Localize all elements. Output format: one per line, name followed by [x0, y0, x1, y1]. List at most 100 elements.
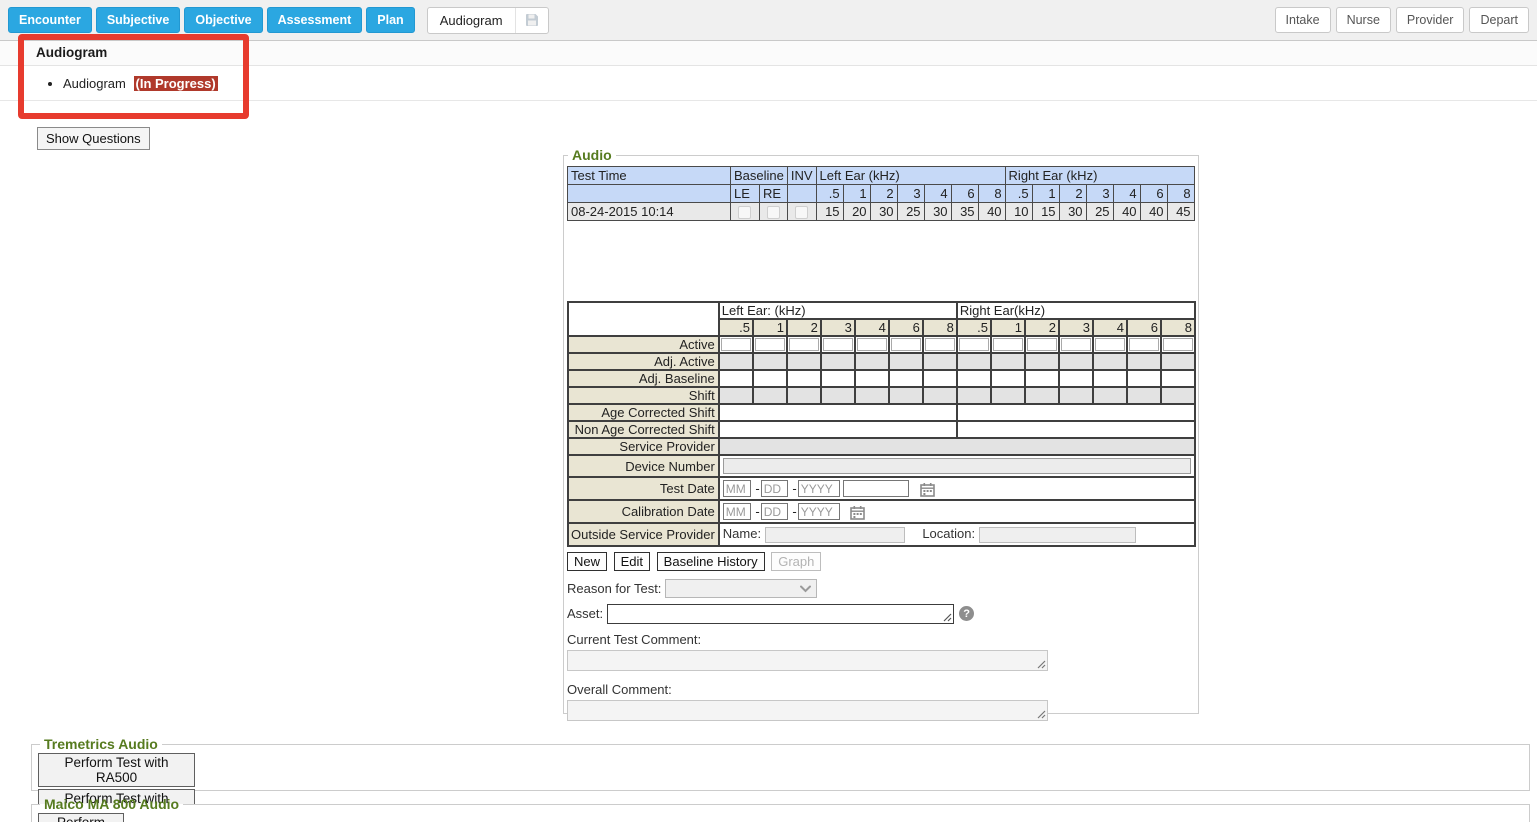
resize-grip-icon[interactable] [1037, 660, 1046, 669]
asset-row: Asset: ? [567, 604, 1196, 624]
floppy-disk-icon [525, 13, 539, 27]
grid-actions: New Edit Baseline History Graph [567, 552, 1196, 571]
baseline-le-checkbox[interactable] [738, 206, 751, 219]
left-ear-value: 40 [978, 203, 1005, 221]
left-ear-value: 30 [870, 203, 897, 221]
active-input[interactable] [1061, 338, 1091, 351]
audiogram-item-label[interactable]: Audiogram [63, 76, 126, 91]
row-label-shift: Shift [568, 387, 719, 404]
save-button[interactable] [515, 8, 548, 33]
age-corrected-left [719, 404, 957, 421]
calibration-date-mm-input[interactable] [723, 503, 751, 520]
nav-subjective-button[interactable]: Subjective [96, 7, 181, 34]
freq-header: 3 [1086, 185, 1113, 203]
test-date-mm-input[interactable] [723, 480, 751, 497]
resize-grip-icon [943, 613, 952, 622]
service-provider-value [719, 438, 1195, 455]
freq-header: 6 [1140, 185, 1167, 203]
active-input[interactable] [1027, 338, 1057, 351]
edit-button[interactable]: Edit [614, 552, 650, 571]
nav-objective-button[interactable]: Objective [184, 7, 262, 34]
tremetrics-audio-legend: Tremetrics Audio [40, 736, 162, 752]
current-test-comment-textarea [567, 650, 1048, 671]
audio-detail-grid: Left Ear: (kHz) Right Ear(kHz) .5 1 2 3 … [567, 301, 1196, 547]
grid-freq: 1 [991, 319, 1025, 336]
non-age-corrected-left [719, 421, 957, 438]
calibration-date-dd-input[interactable] [761, 503, 788, 520]
grid-freq: 4 [1093, 319, 1127, 336]
baseline-history-button[interactable]: Baseline History [657, 552, 765, 571]
resize-grip-icon[interactable] [1037, 710, 1046, 719]
asset-input[interactable] [607, 604, 954, 624]
freq-header: 2 [870, 185, 897, 203]
left-ear-value: 20 [843, 203, 870, 221]
active-input[interactable] [959, 338, 989, 351]
active-input[interactable] [1163, 338, 1193, 351]
active-input[interactable] [891, 338, 921, 351]
row-label-active: Active [568, 336, 719, 353]
col-inv-empty [787, 185, 816, 203]
nav-encounter-button[interactable]: Encounter [8, 7, 92, 34]
help-icon[interactable]: ? [959, 606, 974, 621]
col-baseline: Baseline [731, 167, 788, 185]
calibration-date-yyyy-input[interactable] [798, 503, 840, 520]
perform-test-ra500-button[interactable]: Perform Test with RA500 [38, 753, 195, 787]
reason-for-test-row: Reason for Test: [567, 579, 1196, 598]
non-age-corrected-right [957, 421, 1195, 438]
test-date-yyyy-input[interactable] [798, 480, 840, 497]
audiogram-tab[interactable]: Audiogram [427, 7, 549, 34]
grid-right-ear-header: Right Ear(kHz) [957, 302, 1195, 319]
audio-section: Audio Test Time Baseline INV Left Ear (k… [563, 147, 1199, 714]
baseline-re-checkbox[interactable] [767, 206, 780, 219]
nurse-button[interactable]: Nurse [1336, 7, 1391, 34]
age-corrected-right [957, 404, 1195, 421]
calendar-icon[interactable] [920, 482, 935, 497]
audiogram-list-item[interactable]: Audiogram (In Progress) [63, 76, 1537, 91]
provider-button[interactable]: Provider [1396, 7, 1465, 34]
reason-for-test-select [665, 579, 817, 598]
depart-button[interactable]: Depart [1469, 7, 1529, 34]
test-row[interactable]: 08-24-2015 10:14 15 20 30 25 30 35 40 10… [568, 203, 1195, 221]
grid-freq: 6 [889, 319, 923, 336]
active-input[interactable] [721, 338, 751, 351]
test-date-dd-input[interactable] [761, 480, 788, 497]
col-re: RE [759, 185, 787, 203]
perform-test-button[interactable]: Perform Test [38, 813, 124, 822]
active-input[interactable] [789, 338, 819, 351]
grid-freq: 6 [1127, 319, 1161, 336]
freq-header: 1 [843, 185, 870, 203]
test-time-input[interactable] [843, 480, 909, 497]
active-input[interactable] [755, 338, 785, 351]
row-label-adj-active: Adj. Active [568, 353, 719, 370]
stage-buttons: Intake Nurse Provider Depart [1270, 7, 1529, 34]
col-le: LE [731, 185, 760, 203]
active-input[interactable] [823, 338, 853, 351]
freq-header: .5 [816, 185, 843, 203]
audiogram-tab-label: Audiogram [428, 8, 515, 33]
status-badge: (In Progress) [134, 76, 218, 91]
active-input[interactable] [1129, 338, 1159, 351]
right-ear-value: 40 [1113, 203, 1140, 221]
nav-assessment-button[interactable]: Assessment [267, 7, 363, 34]
audiogram-list: Audiogram (In Progress) [0, 62, 1537, 101]
row-label-age-corrected-shift: Age Corrected Shift [568, 404, 719, 421]
graph-button: Graph [771, 552, 821, 571]
calendar-icon[interactable] [850, 505, 865, 520]
row-label-adj-baseline: Adj. Baseline [568, 370, 719, 387]
intake-button[interactable]: Intake [1275, 7, 1331, 34]
maico-audio-legend: Maico MA 800 Audio [40, 796, 183, 812]
right-ear-value: 10 [1005, 203, 1032, 221]
screen: Encounter Subjective Objective Assessmen… [0, 0, 1537, 822]
show-questions-button[interactable]: Show Questions [37, 127, 150, 150]
active-input[interactable] [1095, 338, 1125, 351]
grid-freq: .5 [957, 319, 991, 336]
row-label-device-number: Device Number [568, 455, 719, 477]
nav-plan-button[interactable]: Plan [366, 7, 414, 34]
col-right-ear: Right Ear (kHz) [1005, 167, 1194, 185]
freq-header: 2 [1059, 185, 1086, 203]
active-input[interactable] [993, 338, 1023, 351]
inv-checkbox[interactable] [795, 206, 808, 219]
new-button[interactable]: New [567, 552, 607, 571]
active-input[interactable] [925, 338, 955, 351]
active-input[interactable] [857, 338, 887, 351]
